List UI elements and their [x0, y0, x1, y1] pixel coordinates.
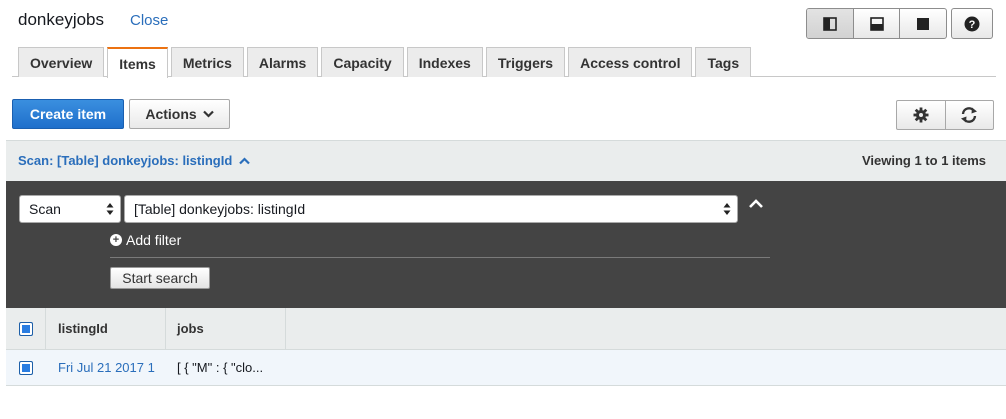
tab-alarms[interactable]: Alarms [246, 47, 319, 77]
actions-dropdown-button[interactable]: Actions [129, 99, 230, 129]
tab-access-control[interactable]: Access control [568, 47, 693, 77]
question-circle-icon: ? [964, 16, 980, 31]
select-arrows-icon [106, 203, 114, 215]
operation-select[interactable]: Scan [19, 195, 121, 223]
select-all-cell [6, 308, 46, 349]
tab-tags[interactable]: Tags [695, 47, 752, 77]
row-check-cell [6, 350, 46, 385]
settings-button[interactable] [897, 101, 946, 129]
scan-summary-bar: Scan: [Table] donkeyjobs: listingId View… [6, 140, 1006, 181]
close-link[interactable]: Close [130, 12, 168, 29]
jobs-cell: [ { "M" : { "clo... [177, 360, 264, 375]
chevron-down-icon [202, 110, 214, 118]
tab-indexes[interactable]: Indexes [406, 47, 483, 77]
create-item-button[interactable]: Create item [12, 99, 124, 129]
row-checkbox[interactable] [19, 360, 33, 375]
collapse-chevron-icon[interactable] [747, 196, 765, 212]
tab-metrics[interactable]: Metrics [170, 47, 244, 77]
viewing-count: Viewing 1 to 1 items [861, 153, 986, 168]
panel-divider [110, 257, 770, 258]
tab-overview[interactable]: Overview [18, 47, 105, 77]
scan-panel: Scan [Table] donkeyjobs: listingId + Add… [6, 181, 1006, 308]
layout-toggle-group [806, 8, 947, 39]
tab-items[interactable]: Items [107, 47, 168, 78]
svg-text:?: ? [969, 19, 976, 31]
split-bottom-button[interactable] [854, 9, 901, 38]
title-bar: donkeyjobs Close ? [0, 0, 1006, 44]
table-row[interactable]: Fri Jul 21 2017 1 [ { "M" : { "clo... [6, 350, 1006, 386]
add-filter-link[interactable]: + Add filter [110, 232, 181, 248]
split-left-icon [823, 16, 837, 31]
add-filter-label: Add filter [126, 232, 182, 248]
scan-summary-text: Scan: [Table] donkeyjobs: listingId [18, 153, 233, 168]
column-header-jobs[interactable]: jobs [166, 308, 286, 349]
listingid-cell[interactable]: Fri Jul 21 2017 1 [46, 350, 166, 385]
column-header-listingid[interactable]: listingId [46, 308, 166, 349]
refresh-icon [961, 107, 978, 123]
select-all-checkbox[interactable] [18, 321, 33, 336]
full-panel-icon [917, 17, 930, 30]
tab-triggers[interactable]: Triggers [485, 47, 566, 77]
chevron-up-icon [239, 157, 250, 165]
refresh-button[interactable] [946, 101, 994, 129]
actions-label: Actions [145, 106, 197, 122]
scan-summary-toggle[interactable]: Scan: [Table] donkeyjobs: listingId [18, 153, 250, 168]
split-bottom-icon [869, 16, 884, 31]
full-panel-button[interactable] [900, 9, 946, 38]
table-tools-group [896, 100, 994, 130]
help-button[interactable]: ? [951, 8, 993, 39]
tab-bar: Overview Items Metrics Alarms Capacity I… [18, 47, 754, 78]
start-search-button[interactable]: Start search [110, 267, 210, 289]
target-value: [Table] donkeyjobs: listingId [134, 201, 306, 217]
items-grid-header: listingId jobs [6, 308, 1006, 350]
plus-circle-icon: + [110, 234, 122, 246]
tab-capacity[interactable]: Capacity [321, 47, 404, 77]
operation-value: Scan [29, 201, 61, 217]
select-arrows-icon [723, 203, 731, 215]
gear-icon [913, 107, 929, 123]
table-name: donkeyjobs [18, 10, 105, 29]
target-select[interactable]: [Table] donkeyjobs: listingId [124, 195, 738, 223]
split-left-button[interactable] [807, 9, 854, 38]
